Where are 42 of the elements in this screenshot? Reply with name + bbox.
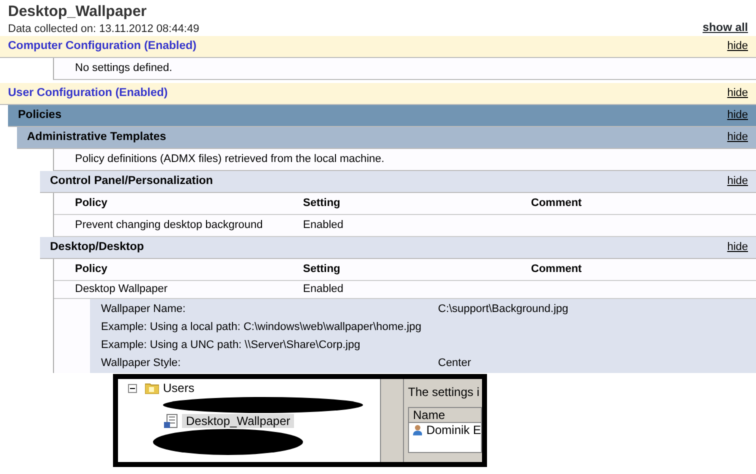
- detail-value: C:\support\Background.jpg: [438, 302, 568, 316]
- pane-text: The settings i: [408, 385, 480, 400]
- section-title: Policies: [18, 108, 62, 123]
- table-cell-text: Prevent changing desktop background: [75, 219, 264, 232]
- collection-date: Data collected on: 13.11.2012 08:44:49: [7, 22, 200, 36]
- hide-link[interactable]: hide: [727, 40, 748, 54]
- detail-value: Center: [438, 356, 472, 370]
- column-header: Policy: [75, 197, 108, 210]
- note-text: Policy definitions (ADMX files) retrieved from the local machine.: [75, 153, 384, 166]
- detail-label: Wallpaper Name:: [101, 302, 187, 316]
- column-header: Policy: [75, 263, 108, 276]
- section-title: Desktop/Desktop: [50, 240, 144, 255]
- tree-item[interactable]: Users: [163, 381, 194, 396]
- detail-label: Example: Using a local path: C:\windows\web\wallpaper\home.jpg: [101, 320, 422, 334]
- report-title: Desktop_Wallpaper: [7, 2, 148, 21]
- tree-item[interactable]: Desktop_Wallpaper: [182, 414, 294, 428]
- detail-label: Wallpaper Style:: [101, 356, 182, 370]
- expand-toggle[interactable]: [128, 384, 137, 393]
- section-title: User Configuration (Enabled): [8, 86, 168, 101]
- folder-icon: [145, 382, 159, 394]
- hide-link[interactable]: hide: [727, 87, 748, 100]
- section-title: Computer Configuration (Enabled): [8, 40, 196, 54]
- policy-document-icon: [164, 414, 178, 428]
- hide-link[interactable]: hide: [727, 109, 748, 122]
- column-header: Comment: [531, 263, 583, 276]
- column-header[interactable]: Name: [409, 408, 481, 423]
- user-icon: [413, 423, 422, 438]
- table-cell-text: Enabled: [303, 283, 344, 296]
- detail-label: Example: Using a UNC path: \\Server\Share\Corp.jpg: [101, 338, 360, 352]
- show-all-link[interactable]: show all: [702, 22, 756, 36]
- section-title: Administrative Templates: [27, 130, 166, 145]
- table-cell-text: Desktop Wallpaper: [75, 283, 169, 296]
- hide-link[interactable]: hide: [727, 241, 748, 254]
- table-cell-text: Enabled: [303, 219, 344, 232]
- column-header: Setting: [303, 197, 342, 210]
- list-item[interactable]: Dominik E: [426, 422, 481, 438]
- column-header: Comment: [531, 197, 583, 210]
- hide-link[interactable]: hide: [727, 131, 748, 144]
- hide-link[interactable]: hide: [727, 175, 748, 188]
- column-header: Setting: [303, 263, 342, 276]
- section-title: Control Panel/Personalization: [50, 174, 213, 189]
- note-text: No settings defined.: [75, 62, 172, 76]
